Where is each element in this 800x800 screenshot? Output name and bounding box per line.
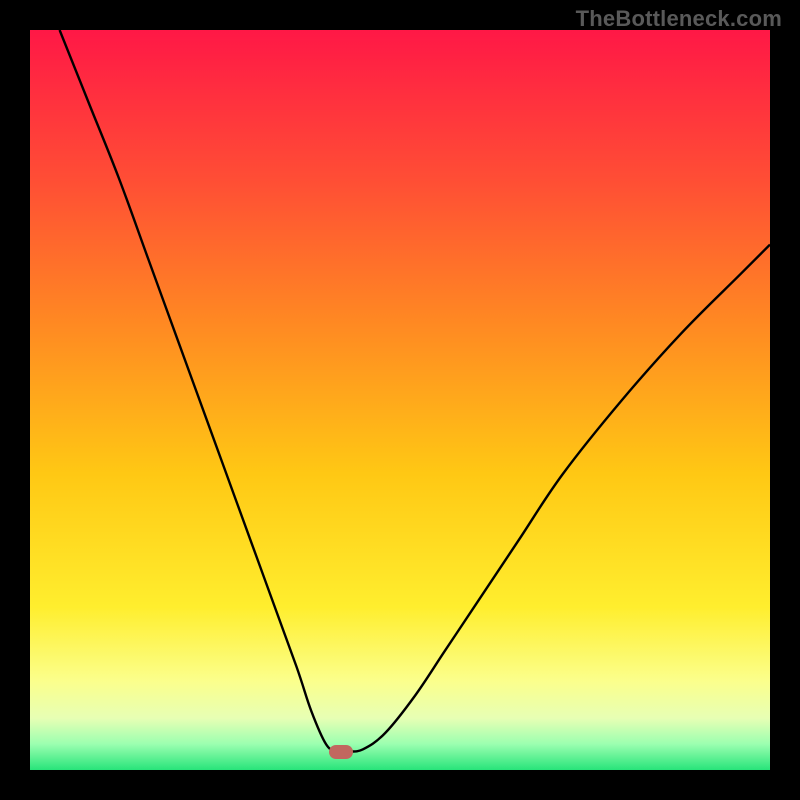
chart-background <box>30 30 770 770</box>
chart-svg <box>30 30 770 770</box>
watermark-text: TheBottleneck.com <box>576 6 782 32</box>
optimal-point-marker <box>329 745 353 759</box>
chart-plot-area <box>30 30 770 770</box>
